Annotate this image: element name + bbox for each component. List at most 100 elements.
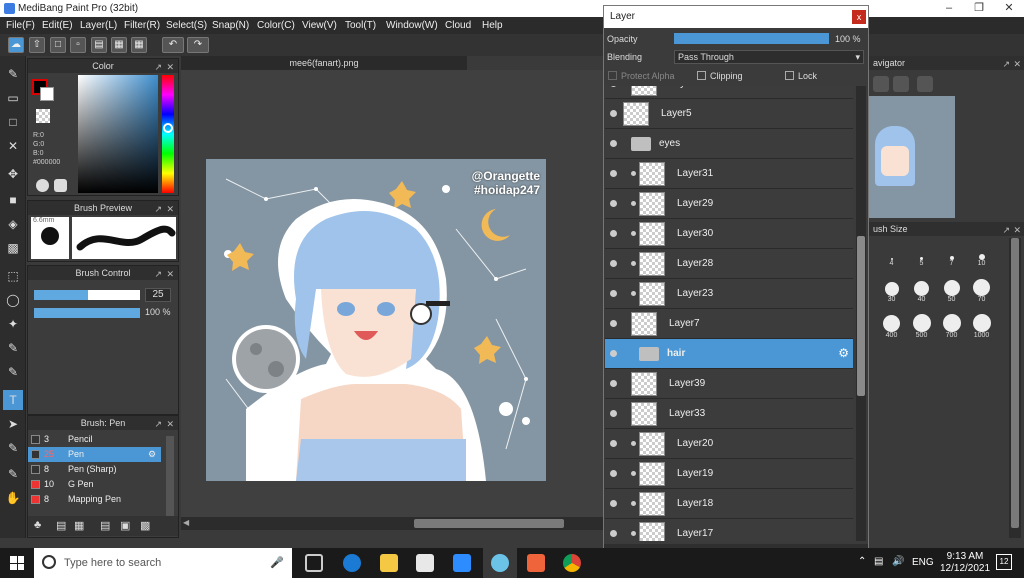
menu-filter[interactable]: Filter(R) (124, 20, 160, 31)
brush-size-option[interactable]: 40 (907, 278, 936, 306)
brush-list-scrollbar[interactable] (166, 436, 174, 516)
menu-layer[interactable]: Layer(L) (80, 20, 117, 31)
transparent-swatch[interactable] (36, 109, 50, 123)
document-icon[interactable]: ▤ (91, 37, 107, 53)
folder-icon[interactable]: ▣ (120, 519, 130, 532)
rotate-icon[interactable] (893, 76, 909, 92)
brush-size-option[interactable]: 1000 (967, 314, 996, 342)
copy-icon[interactable]: ▦ (74, 519, 84, 532)
undo-icon[interactable]: ↶ (162, 37, 184, 53)
operation-tool-icon[interactable]: ➤ (3, 414, 23, 434)
brush-size-option[interactable]: 500 (907, 314, 936, 342)
secondary-color-swatch[interactable] (40, 87, 54, 101)
layer-row[interactable]: Layer30 (605, 219, 853, 249)
visibility-eye-icon[interactable] (610, 530, 617, 537)
gear-icon[interactable]: ⚙ (148, 447, 156, 462)
layer-row[interactable]: Layer18 (605, 489, 853, 519)
hand-tool-icon[interactable]: ✋ (3, 488, 23, 508)
popout-icon[interactable]: ↗ (1002, 223, 1010, 237)
zoom-in-icon[interactable] (873, 76, 889, 92)
hue-handle[interactable] (163, 123, 173, 133)
clipping-checkbox[interactable] (697, 71, 706, 80)
brush-item[interactable]: 8 Pen (Sharp) (28, 462, 161, 477)
brush-size-option[interactable]: 30 (877, 278, 906, 306)
visibility-eye-icon[interactable] (610, 290, 617, 297)
file-explorer-icon[interactable] (380, 554, 398, 572)
menu-cloud[interactable]: Cloud (445, 20, 471, 31)
artwork-canvas[interactable]: @Orangette #hoidap247 (206, 159, 546, 481)
brush-size-option[interactable]: 700 (937, 314, 966, 342)
volume-icon[interactable]: 🔊 (892, 556, 904, 567)
language-indicator[interactable]: ENG (912, 557, 934, 568)
minimize-button[interactable]: – (934, 0, 964, 17)
layer-scrollbar[interactable] (856, 86, 866, 541)
lock-checkbox[interactable] (785, 71, 794, 80)
gradient-tool-icon[interactable]: ▩ (3, 238, 23, 258)
visibility-eye-icon[interactable] (610, 470, 617, 477)
bucket-tool-icon[interactable]: ◈ (3, 214, 23, 234)
menu-window[interactable]: Window(W) (386, 20, 438, 31)
visibility-eye-icon[interactable] (610, 170, 617, 177)
menu-file[interactable]: File(F) (6, 20, 35, 31)
layer-row[interactable]: Layer35 (605, 86, 853, 99)
brush-size-option[interactable]: 5 (907, 242, 936, 270)
add-brush-icon[interactable]: ♣ (34, 519, 41, 531)
upload-icon[interactable]: ⇧ (29, 37, 45, 53)
comment-icon[interactable]: □ (50, 37, 66, 53)
fill-rect-icon[interactable]: ■ (3, 190, 23, 210)
task-view-icon[interactable] (305, 554, 323, 572)
layer-row[interactable]: Layer31 (605, 159, 853, 189)
new-doc-icon[interactable]: ▤ (56, 519, 66, 532)
notification-icon[interactable]: 12 (996, 554, 1012, 570)
layer-row[interactable]: Layer20 (605, 429, 853, 459)
search-box[interactable]: Type here to search 🎤 (34, 548, 292, 578)
brush-item[interactable]: 3 Pencil (28, 432, 161, 447)
visibility-eye-icon[interactable] (610, 440, 617, 447)
popout-icon[interactable]: ↗ (154, 60, 162, 74)
brush-size-value[interactable]: 25 (145, 288, 171, 302)
duplicate-icon[interactable]: ▩ (140, 519, 150, 532)
windows-start-icon[interactable] (10, 556, 24, 570)
brush-item-selected[interactable]: 25 Pen ⚙ (28, 447, 161, 462)
menu-view[interactable]: View(V) (302, 20, 337, 31)
close-icon[interactable]: ✕ (166, 202, 174, 216)
close-icon[interactable]: ✕ (166, 417, 174, 431)
layer-folder-row[interactable]: hair ⚙ (605, 339, 853, 369)
microphone-icon[interactable]: 🎤 (270, 556, 284, 569)
select-erase-icon[interactable]: ✎ (3, 362, 23, 382)
zoom-icon[interactable] (453, 554, 471, 572)
brush-item[interactable]: 10 G Pen (28, 477, 161, 492)
close-icon[interactable]: ✕ (1013, 223, 1021, 237)
document-tab[interactable]: mee6(fanart).png (181, 56, 467, 71)
pen-line-icon[interactable]: ✕ (3, 136, 23, 156)
network-icon[interactable]: ▤ (874, 556, 883, 567)
visibility-eye-icon[interactable] (610, 350, 617, 357)
layer-row[interactable]: Layer7 (605, 309, 853, 339)
visibility-eye-icon[interactable] (610, 230, 617, 237)
h-scrollbar[interactable]: ◀ (181, 517, 603, 530)
brush-tool-icon[interactable]: ✎ (3, 64, 23, 84)
brush-size-option[interactable]: 400 (877, 314, 906, 342)
brush-item[interactable]: 8 Mapping Pen (28, 492, 161, 507)
protect-alpha-checkbox[interactable] (608, 71, 617, 80)
visibility-eye-icon[interactable] (610, 500, 617, 507)
clock[interactable]: 9:13 AM 12/12/2021 (940, 551, 990, 575)
brush-size-scrollbar[interactable] (1009, 238, 1021, 538)
medibang-taskbar-active[interactable] (483, 548, 517, 578)
cloud-icon[interactable]: ☁ (8, 37, 24, 53)
lasso-tool-icon[interactable]: ◯ (3, 290, 23, 310)
tray-chevron-icon[interactable]: ⌃ (858, 556, 866, 567)
brush-size-slider[interactable] (34, 290, 140, 300)
scroll-left-icon[interactable]: ◀ (183, 518, 189, 527)
layer-row[interactable]: Layer19 (605, 459, 853, 489)
rect-tool-icon[interactable]: □ (3, 112, 23, 132)
divide-tool-icon[interactable]: ✎ (3, 438, 23, 458)
visibility-eye-icon[interactable] (610, 260, 617, 267)
close-button[interactable]: ✕ (994, 0, 1024, 17)
popout-icon[interactable]: ↗ (154, 417, 162, 431)
layer-row[interactable]: Layer23 (605, 279, 853, 309)
opacity-slider[interactable] (674, 33, 829, 44)
palette-icon[interactable] (36, 179, 49, 192)
layer-row[interactable]: Layer5 (605, 99, 853, 129)
app-icon[interactable] (527, 554, 545, 572)
